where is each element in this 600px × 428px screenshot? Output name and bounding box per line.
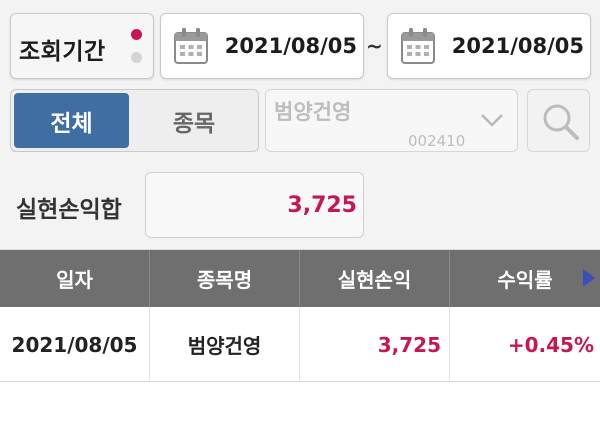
table-header: 일자 종목명 실현손익 수익률 xyxy=(0,250,600,307)
start-date-value: 2021/08/05 xyxy=(224,34,357,58)
stock-select[interactable]: 범양건영 002410 xyxy=(265,89,518,152)
column-header-return-rate[interactable]: 수익률 xyxy=(450,250,600,307)
period-indicator-dot-inactive xyxy=(131,52,142,63)
row-realized-pnl: 3,725 xyxy=(300,307,450,382)
column-header-stock-name[interactable]: 종목명 xyxy=(150,250,300,307)
row-stock-name: 범양건영 xyxy=(150,307,300,382)
chevron-down-icon xyxy=(481,114,503,127)
filter-all-button[interactable]: 전체 xyxy=(14,93,129,148)
date-range-separator: ~ xyxy=(366,34,383,58)
period-indicator-dot-active xyxy=(131,29,142,40)
filter-segmented-control: 전체 종목 xyxy=(10,89,259,152)
column-header-date[interactable]: 일자 xyxy=(0,250,150,307)
calendar-icon xyxy=(401,28,435,64)
table-row[interactable]: 2021/08/05 범양건영 3,725 +0.45% xyxy=(0,307,600,382)
realized-pnl-total-box: 3,725 xyxy=(145,172,364,238)
search-icon xyxy=(543,104,579,140)
realized-pnl-total-value: 3,725 xyxy=(287,193,357,218)
end-date-field[interactable]: 2021/08/05 xyxy=(387,13,591,79)
column-header-realized-pnl[interactable]: 실현손익 xyxy=(300,250,450,307)
filter-stock-button[interactable]: 종목 xyxy=(131,93,257,148)
period-label: 조회기간 xyxy=(19,39,106,65)
search-button[interactable] xyxy=(527,89,590,152)
stock-code: 002410 xyxy=(408,132,466,150)
calendar-icon xyxy=(174,28,208,64)
scroll-right-arrow-icon[interactable] xyxy=(582,268,596,288)
realized-pnl-total-label: 실현손익합 xyxy=(16,197,122,223)
stock-name: 범양건영 xyxy=(274,100,352,124)
row-return-rate: +0.45% xyxy=(507,332,594,357)
end-date-value: 2021/08/05 xyxy=(451,34,584,58)
search-panel: 조회기간 2021/08/05 ~ 2021/08/05 전체 종목 범양건영 … xyxy=(0,0,600,250)
period-toggle-button[interactable]: 조회기간 xyxy=(10,13,154,79)
row-date: 2021/08/05 xyxy=(0,307,150,382)
start-date-field[interactable]: 2021/08/05 xyxy=(160,13,364,79)
